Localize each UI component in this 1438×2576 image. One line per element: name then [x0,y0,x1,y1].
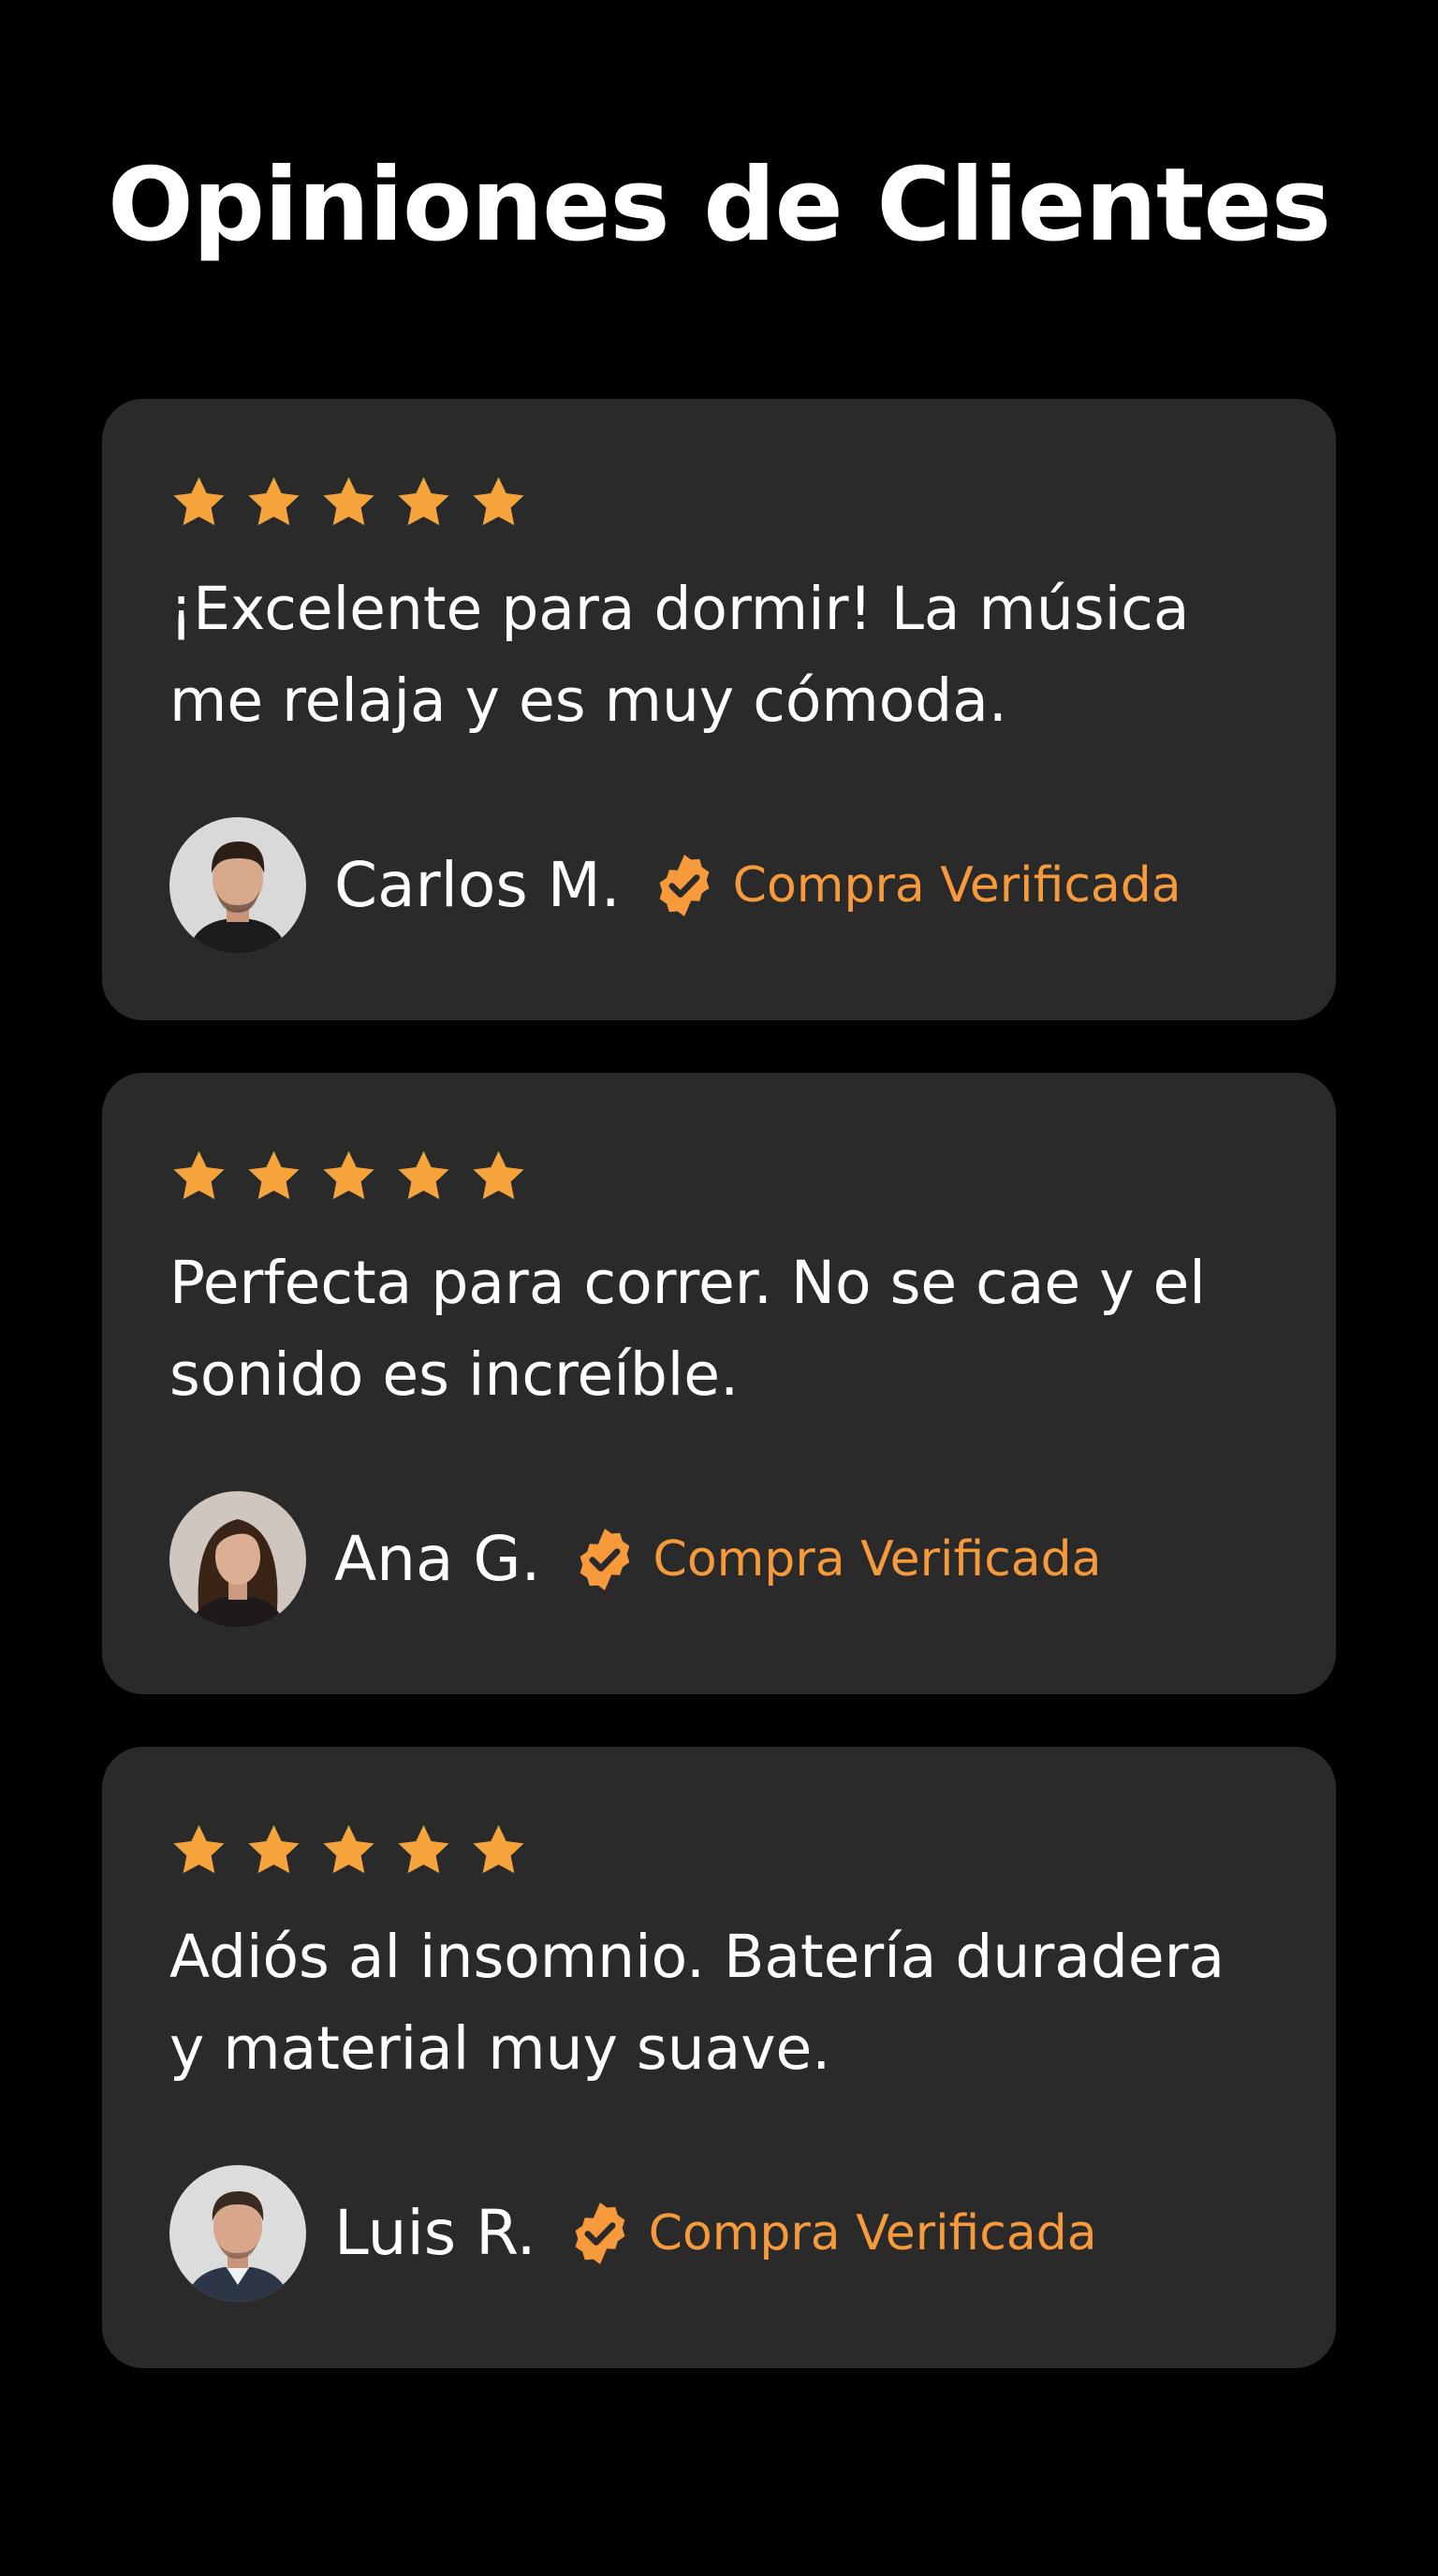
review-text: ¡Excelente para dormir! La música me rel… [169,575,1190,735]
star-icon [248,1824,300,1873]
page-title: Opiniones de Clientes [107,147,1331,264]
verified-check-icon [659,855,710,916]
review-author: Luis R. Compra Verificada [169,2164,1097,2303]
author-name: Luis R. [334,2197,536,2269]
review-card: ¡Excelente para dormir! La música me rel… [102,399,1336,1020]
star-icon [398,1150,449,1199]
verified-check-icon [580,1529,629,1590]
star-icon [323,1824,374,1873]
star-rating [169,1146,1269,1206]
review-text: Adiós al insomnio. Batería duradera y ma… [169,1923,1225,2083]
star-icon [398,476,449,525]
star-icon [473,476,524,525]
author-name: Ana G. [334,1523,541,1595]
star-icon [248,1150,300,1199]
star-icon [473,1150,524,1199]
verified-purchase-label: Compra Verificada [653,1531,1102,1588]
star-icon [173,1150,225,1199]
review-author: Ana G. Compra Verificada [169,1490,1102,1629]
verified-purchase-label: Compra Verificada [648,2205,1097,2261]
reviews-list: ¡Excelente para dormir! La música me rel… [102,399,1336,2421]
review-card: Adiós al insomnio. Batería duradera y ma… [102,1747,1336,2368]
star-icon [473,1824,524,1873]
verified-check-icon [575,2203,625,2264]
author-name: Carlos M. [334,849,621,921]
verified-purchase-label: Compra Verificada [732,857,1181,914]
star-rating [169,472,1269,532]
star-icon [323,1150,374,1199]
review-text: Perfecta para correr. No se cae y el son… [169,1249,1206,1409]
star-icon [173,1824,225,1873]
star-icon [173,476,225,525]
review-author: Carlos M. Compra Verificada [169,816,1181,955]
star-icon [248,476,300,525]
review-card: Perfecta para correr. No se cae y el son… [102,1073,1336,1694]
avatar [169,2165,306,2302]
star-icon [323,476,374,525]
avatar [169,1491,306,1628]
star-rating [169,1820,1269,1880]
avatar [169,817,306,954]
star-icon [398,1824,449,1873]
